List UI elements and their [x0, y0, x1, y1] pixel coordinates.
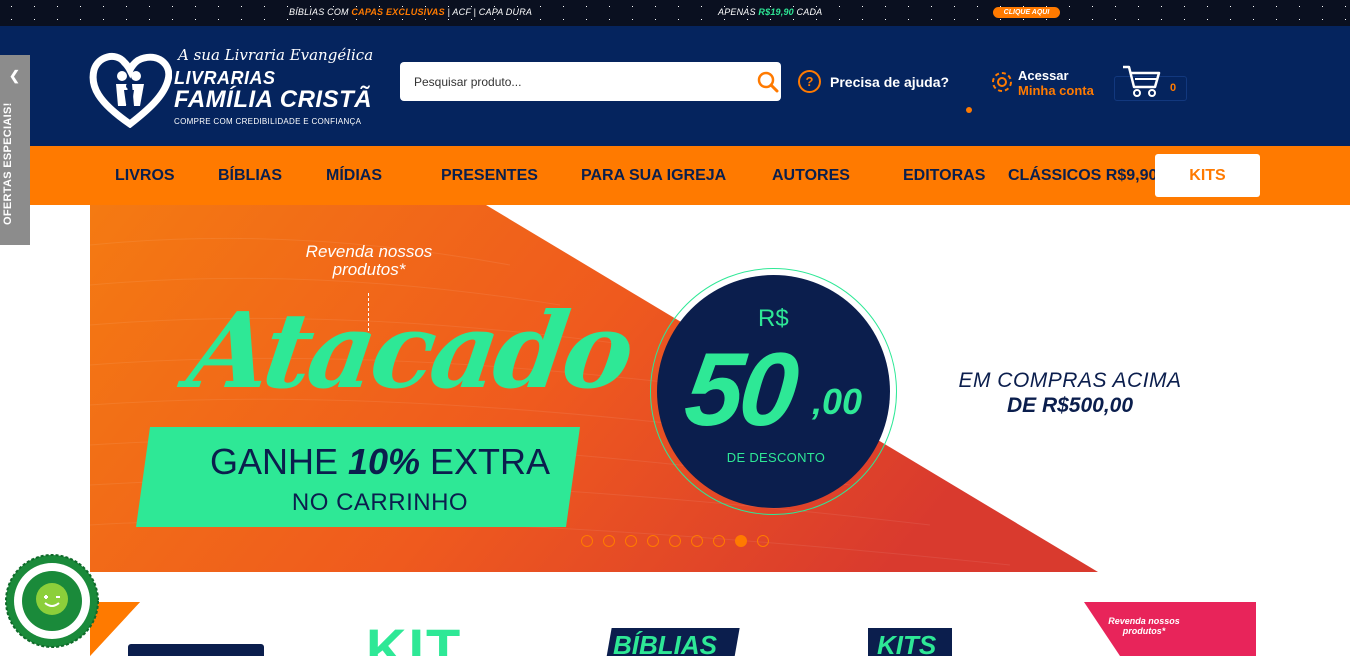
promo-text-part: CADA — [793, 7, 823, 17]
cart-button[interactable]: 0 — [1114, 65, 1187, 101]
site-header: A sua Livraria Evangélica LIVRARIAS FAMÍ… — [0, 26, 1350, 146]
carousel-dot[interactable] — [713, 535, 725, 547]
banner-ganhe-text: GANHE 10% EXTRA — [170, 441, 590, 483]
ganhe-part: EXTRA — [420, 441, 551, 482]
carousel-dot[interactable] — [603, 535, 615, 547]
carousel-dot[interactable] — [691, 535, 703, 547]
help-label: Precisa de ajuda? — [830, 74, 950, 90]
promo-text-price[interactable]: APENAS R$19,90 CADA — [718, 7, 822, 17]
ganhe-part: GANHE — [209, 441, 348, 482]
help-question-icon: ? — [798, 70, 821, 93]
ganhe-percent: 10% — [347, 441, 421, 482]
cart-count: 0 — [1170, 82, 1177, 94]
nav-item-classicos[interactable]: CLÁSSICOS R$9,90 — [1008, 167, 1157, 185]
click-here-button[interactable]: CLIQUE AQUI — [993, 7, 1060, 18]
chevron-left-icon: ❮ — [9, 68, 20, 83]
card-kit-title[interactable]: KIT — [366, 616, 462, 656]
reviews-badge[interactable] — [4, 553, 100, 649]
logo-tagline: A sua Livraria Evangélica — [178, 46, 374, 64]
carousel-dot[interactable] — [647, 535, 659, 547]
carousel-dot[interactable] — [735, 535, 747, 547]
nav-item-editoras[interactable]: EDITORAS — [903, 167, 985, 185]
card-resale-text[interactable]: Revenda nossos produtos* — [1102, 616, 1186, 636]
nav-item-livros[interactable]: LIVROS — [115, 167, 175, 185]
reviews-badge-icon — [5, 554, 99, 648]
promo-text-part: APENAS — [718, 7, 759, 17]
carousel-dot[interactable] — [669, 535, 681, 547]
promo-strip: BÍBLIAS COM CAPAS EXCLUSIVAS | ACF | CAP… — [0, 0, 1350, 26]
separator-dot — [966, 107, 972, 113]
discount-currency: R$ — [758, 305, 789, 332]
promo-text-bibles[interactable]: BÍBLIAS COM CAPAS EXCLUSIVAS | ACF | CAP… — [289, 7, 532, 17]
search-box — [400, 62, 781, 101]
cart-icon — [1123, 65, 1161, 97]
banner-headline: Atacado — [181, 289, 638, 412]
promo-text-part: BÍBLIAS COM — [289, 7, 352, 17]
card-biblias-title[interactable]: BÍBLIAS — [613, 630, 717, 656]
resale-text: Revenda nossos produtos* — [305, 242, 433, 279]
nav-item-para-sua-igreja[interactable]: PARA SUA IGREJA — [581, 167, 726, 185]
nav-item-autores[interactable]: AUTORES — [772, 167, 850, 185]
account-line-2: Minha conta — [1018, 83, 1094, 98]
store-logo[interactable]: A sua Livraria Evangélica LIVRARIAS FAMÍ… — [88, 46, 378, 130]
discount-amount: 50 — [679, 332, 800, 448]
promo-price: R$19,90 — [758, 7, 794, 17]
promo-text-part: | ACF | CAPA DURA — [444, 7, 533, 17]
heart-logo-icon — [89, 52, 172, 128]
hero-banner[interactable]: Revenda nossos produtos* Atacado GANHE 1… — [90, 205, 1256, 572]
search-input[interactable] — [414, 73, 734, 91]
logo-slogan: COMPRE COM CREDIBILIDADE E CONFIANÇA — [174, 117, 362, 126]
carousel-dot[interactable] — [625, 535, 637, 547]
main-nav: LIVROS BÍBLIAS MÍDIAS PRESENTES PARA SUA… — [0, 146, 1350, 205]
discount-cents: ,00 — [812, 381, 863, 422]
nav-item-biblias[interactable]: BÍBLIAS — [218, 167, 282, 185]
nav-item-midias[interactable]: MÍDIAS — [326, 167, 382, 185]
special-offers-label: OFERTAS ESPECIAIS! — [2, 102, 14, 225]
carousel-dot[interactable] — [757, 535, 769, 547]
discount-label: DE DESCONTO — [726, 450, 826, 465]
banner-carrinho-text: NO CARRINHO — [291, 489, 469, 516]
nav-item-presentes[interactable]: PRESENTES — [441, 167, 538, 185]
nav-kits-button[interactable]: KITS — [1155, 154, 1260, 197]
carousel-dot[interactable] — [581, 535, 593, 547]
gear-icon — [992, 72, 1012, 92]
category-cards: KIT BÍBLIAS KITS Revenda nossos produtos… — [90, 602, 1256, 656]
account-line-1: Acessar — [1018, 68, 1069, 83]
minimum-purchase-line-1: EM COMPRAS ACIMA — [958, 369, 1182, 392]
logo-line-2: FAMÍLIA CRISTÃ — [174, 86, 373, 113]
minimum-purchase-line-2: DE R$500,00 — [1006, 394, 1134, 417]
card-kits-title[interactable]: KITS — [877, 630, 936, 656]
promo-highlight: CAPAS EXCLUSIVAS — [351, 7, 445, 17]
special-offers-tab[interactable]: ❮ OFERTAS ESPECIAIS! — [0, 55, 30, 245]
search-icon[interactable] — [757, 71, 779, 98]
